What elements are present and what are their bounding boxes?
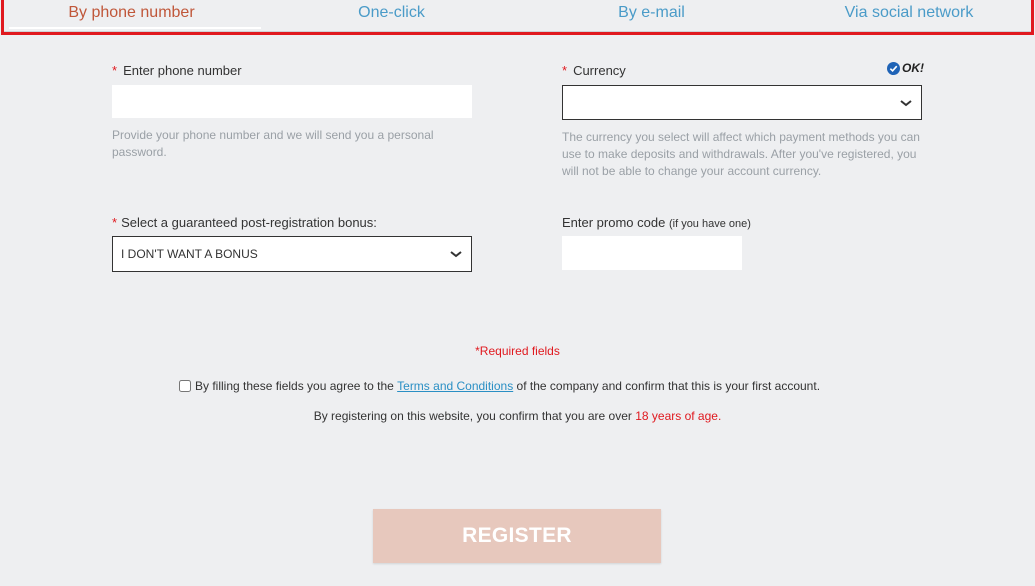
terms-agreement: By filling these fields you agree to the… [179,377,820,395]
promo-code-input[interactable] [562,236,742,270]
required-mark: * [112,215,118,230]
currency-help-text: The currency you select will affect whic… [562,130,920,178]
tabs-divider [4,31,1031,32]
bonus-label: * Select a guaranteed post-registration b… [112,215,377,230]
promo-label-note: (if you have one) [668,218,751,230]
chevron-down-icon [449,237,463,271]
check-icon [887,61,900,75]
tab-one-click[interactable]: One-click [304,4,479,26]
agreement-text-after: of the company and confirm that this is … [516,379,821,393]
promo-label: Enter promo code (if you have one) [562,215,751,232]
terms-checkbox[interactable] [179,380,191,392]
phone-label-text: Enter phone number [123,63,242,78]
required-fields-note: *Required fields [475,344,560,358]
phone-label: * Enter phone number [112,63,242,78]
ok-text: OK! [902,61,924,75]
age-notice-text: By registering on this website, you conf… [313,409,632,423]
chevron-down-icon [899,86,913,120]
age-notice-highlight: 18 years of age. [635,409,722,423]
age-notice: By registering on this website, you conf… [0,409,1035,423]
active-tab-indicator [9,27,261,29]
currency-select[interactable] [562,85,922,120]
agreement-text-before: By filling these fields you agree to the [195,379,394,393]
currency-label-text: Currency [573,63,626,78]
required-mark: * [562,63,568,78]
phone-input[interactable] [112,85,472,118]
tab-via-social-network[interactable]: Via social network [804,4,1014,26]
currency-label: * Currency [562,63,626,78]
register-button[interactable]: REGISTER [373,509,661,563]
terms-and-conditions-link[interactable]: Terms and Conditions [397,379,513,393]
required-mark: * [112,63,118,78]
phone-help-text: Provide your phone number and we will se… [112,128,434,159]
tab-by-email[interactable]: By e-mail [564,4,739,26]
bonus-selected-value: I DON'T WANT A BONUS [121,247,258,261]
registration-tabs: By phone number One-click By e-mail Via … [1,0,1034,35]
tab-by-phone-number[interactable]: By phone number [34,4,229,26]
currency-ok-badge: OK! [887,60,924,76]
bonus-label-text: Select a guaranteed post-registration bo… [121,215,377,230]
promo-label-text: Enter promo code [562,215,666,230]
bonus-select[interactable]: I DON'T WANT A BONUS [112,236,472,272]
